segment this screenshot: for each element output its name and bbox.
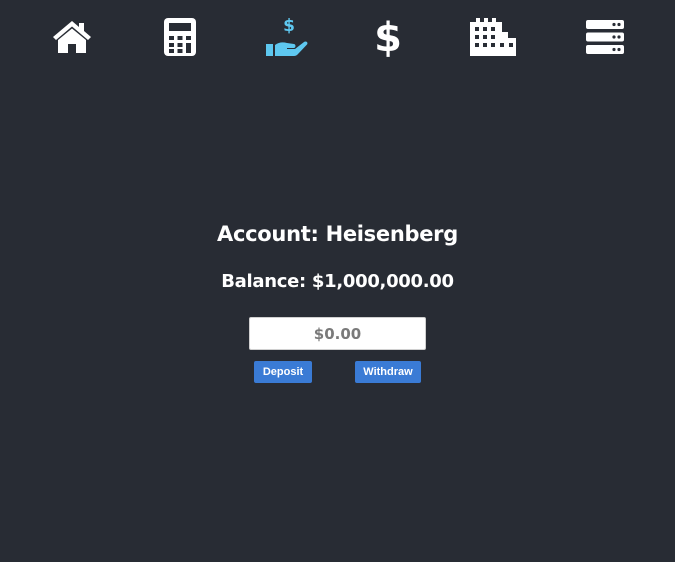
top-nav: $ $ — [0, 0, 675, 72]
balance-text: Balance: $1,000,000.00 — [221, 271, 454, 292]
nav-dollar[interactable]: $ — [365, 14, 411, 60]
amount-input[interactable] — [249, 317, 426, 350]
nav-industry[interactable] — [470, 14, 516, 60]
deposit-button[interactable]: Deposit — [254, 361, 312, 383]
svg-text:$: $ — [283, 16, 295, 36]
account-title: Account: Heisenberg — [217, 222, 458, 246]
hand-holding-dollar-icon: $ — [266, 16, 308, 56]
nav-calculator[interactable] — [157, 14, 203, 60]
nav-transactions[interactable]: $ — [264, 14, 310, 60]
nav-home[interactable] — [49, 14, 95, 60]
svg-text:$: $ — [375, 17, 401, 57]
calculator-icon — [164, 18, 196, 56]
home-icon — [53, 21, 91, 53]
server-icon — [586, 20, 624, 54]
withdraw-button[interactable]: Withdraw — [355, 361, 421, 383]
dollar-icon: $ — [375, 17, 401, 57]
industry-icon — [470, 18, 516, 56]
nav-server[interactable] — [582, 14, 628, 60]
